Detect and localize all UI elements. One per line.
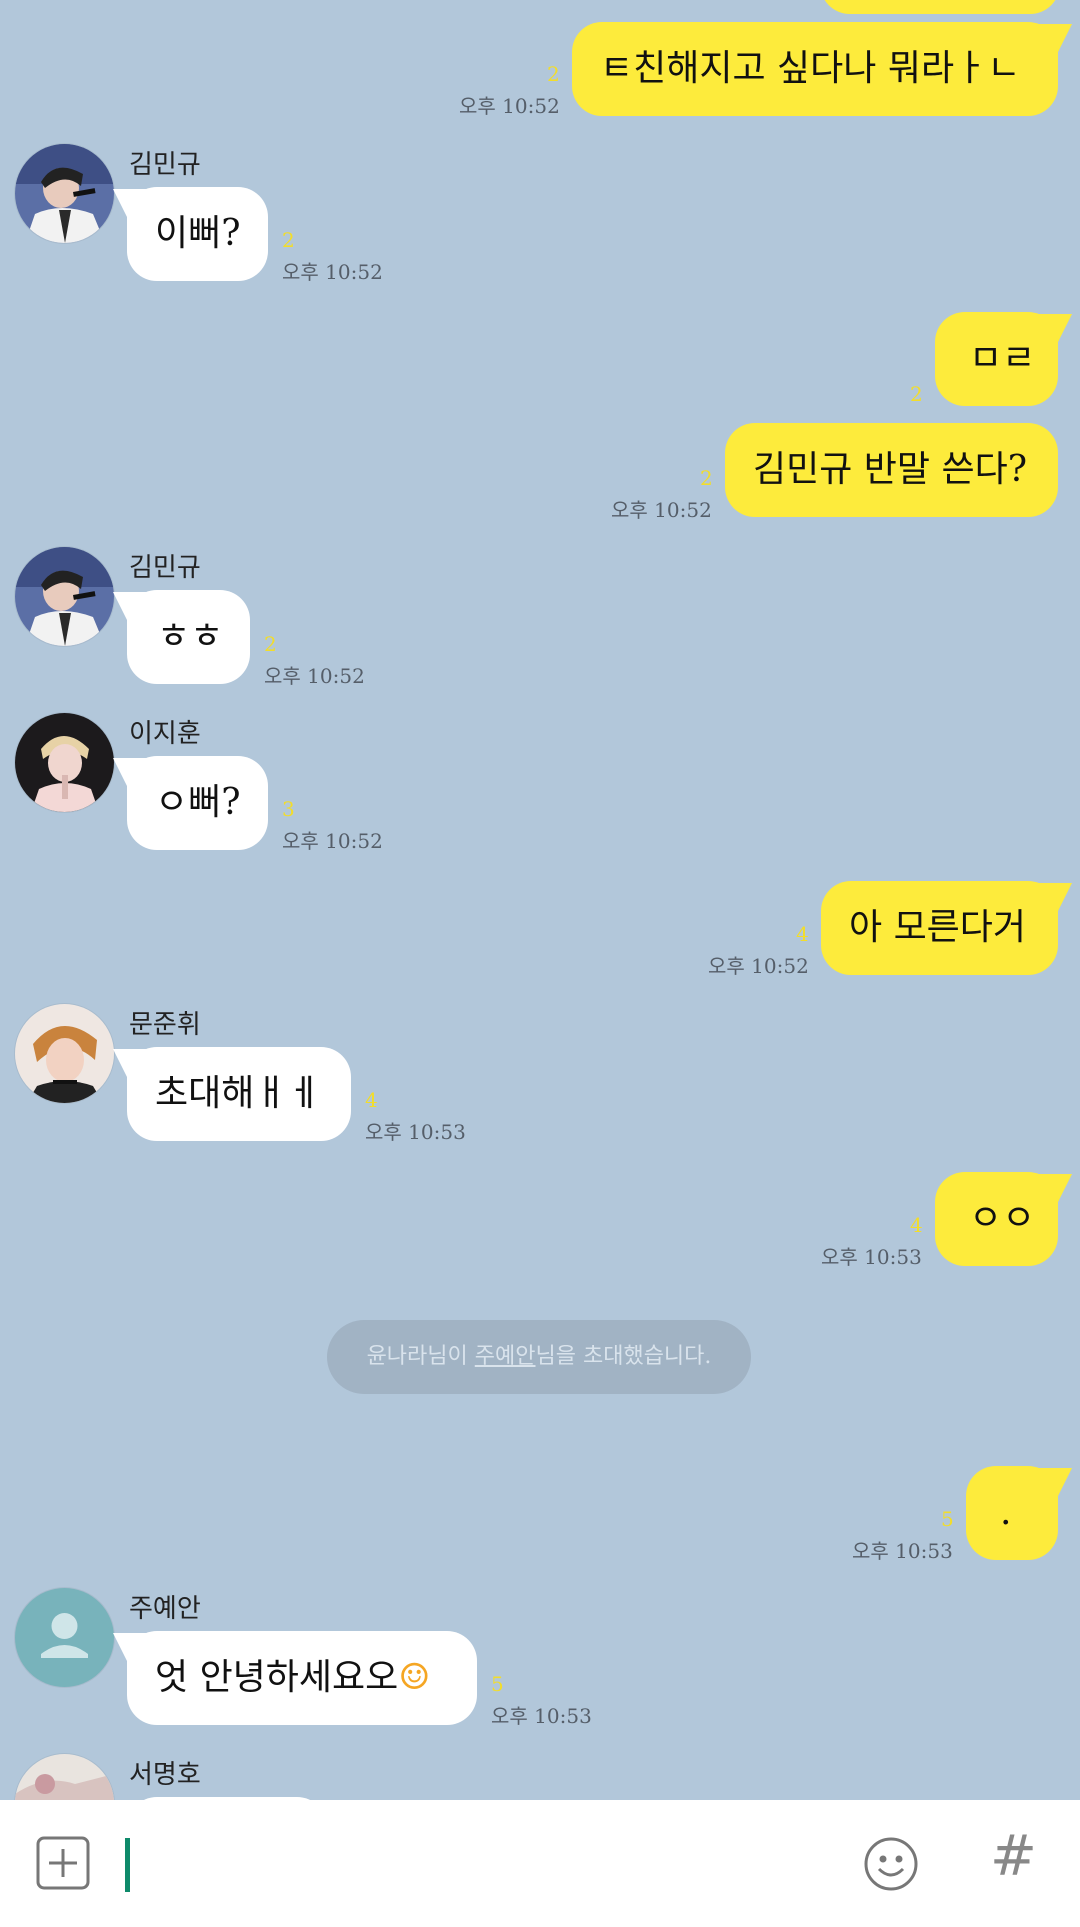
message-time: 오후 10:53 (821, 1245, 922, 1269)
message-text: 엇 안녕하세요오 (155, 1657, 399, 1698)
avatar-kim-mingyu[interactable] (15, 547, 114, 646)
message-time: 오후 10:52 (459, 94, 560, 118)
message-input-field[interactable] (125, 1838, 130, 1892)
hashtag-search-button[interactable]: # (990, 1824, 1037, 1889)
incoming-message-bubble[interactable]: 엇 안녕하세요오☺ (113, 1631, 477, 1725)
avatar-kim-mingyu[interactable] (15, 144, 114, 243)
incoming-message-bubble[interactable]: ㅇ뻐? (113, 756, 268, 850)
avatar-moon-junhui[interactable] (15, 1004, 114, 1103)
message-input-bar: # (0, 1800, 1080, 1927)
message-text: 이뻐? (155, 213, 241, 254)
message-time: 오후 10:52 (282, 260, 383, 284)
message-text: 김민규 반말 쓴다? (753, 449, 1028, 490)
sender-name: 김민규 (129, 150, 201, 180)
avatar-lee-jihoon[interactable] (15, 713, 114, 812)
avatar-joo-yean[interactable] (15, 1588, 114, 1687)
invited-user-link[interactable]: 주예안 (475, 1344, 536, 1369)
unread-count: 4 (796, 922, 809, 946)
message-time: 오후 10:52 (708, 954, 809, 978)
message-text: . (1000, 1492, 1012, 1533)
sender-name: 김민규 (129, 553, 201, 583)
outgoing-message-bubble[interactable]: . (966, 1466, 1072, 1560)
message-text: 아 모른다거 (849, 907, 1027, 948)
message-text: ㅇㅇ (969, 1198, 1036, 1239)
sender-name: 이지훈 (129, 719, 201, 749)
message-time: 오후 10:53 (491, 1704, 592, 1728)
unread-count: 5 (491, 1672, 504, 1696)
message-time: 오후 10:52 (611, 498, 712, 522)
system-text-suffix: 님을 초대했습니다. (535, 1344, 712, 1369)
message-text: ㅌ친해지고 싶다나 뭐라ㅏㄴ (600, 48, 1021, 89)
unread-count: 4 (910, 1213, 923, 1237)
plus-square-icon[interactable] (36, 1836, 90, 1890)
outgoing-message-bubble[interactable]: 아 모른다거 (821, 881, 1072, 975)
outgoing-message-bubble[interactable]: ㅁㄹ (935, 312, 1072, 406)
unread-count: 2 (700, 466, 713, 490)
sender-name: 서명호 (129, 1760, 201, 1790)
unread-count: 2 (282, 228, 295, 252)
outgoing-message-bubble[interactable]: ㅇㅇ (935, 1172, 1072, 1266)
message-time: 오후 10:53 (365, 1120, 466, 1144)
message-text: ㅇ뻐? (155, 782, 241, 823)
sender-name: 문준휘 (129, 1010, 201, 1040)
message-time: 오후 10:52 (264, 664, 365, 688)
blush-emoji-icon: ☺ (398, 1657, 431, 1698)
message-text: ㅎㅎ (157, 616, 224, 657)
sender-name: 주예안 (129, 1594, 201, 1624)
unread-count: 2 (264, 632, 277, 656)
smiley-icon[interactable] (863, 1836, 919, 1892)
message-text: ㅁㄹ (969, 338, 1036, 379)
incoming-message-bubble[interactable]: ㅎㅎ (113, 590, 250, 684)
outgoing-message-bubble[interactable]: ㅌ친해지고 싶다나 뭐라ㅏㄴ (572, 22, 1072, 116)
unread-count: 2 (547, 62, 560, 86)
message-time: 오후 10:53 (852, 1539, 953, 1563)
avatar-seo-myungho[interactable] (15, 1754, 114, 1800)
incoming-message-bubble[interactable]: 초대해ㅐㅔ (113, 1047, 351, 1141)
message-text: 초대해ㅐㅔ (155, 1073, 321, 1114)
unread-count: 4 (365, 1088, 378, 1112)
incoming-message-bubble[interactable]: 이뻐? (113, 187, 268, 281)
message-time: 오후 10:52 (282, 829, 383, 853)
system-invite-notice: 윤나라님이 주예안님을 초대했습니다. (327, 1320, 751, 1394)
system-text-prefix: 윤나라님이 (366, 1344, 475, 1369)
unread-count: 3 (282, 797, 295, 821)
unread-count: 2 (910, 382, 923, 406)
outgoing-message-bubble[interactable]: 김민규 반말 쓴다? (725, 423, 1058, 517)
unread-count: 5 (941, 1507, 954, 1531)
chat-area[interactable]: ㅌ친해지고 싶다나 뭐라ㅏㄴ 2 오후 10:52 김민규 이뻐? 2 오후 1… (0, 0, 1080, 1800)
partial-outgoing-bubble (820, 0, 1060, 14)
